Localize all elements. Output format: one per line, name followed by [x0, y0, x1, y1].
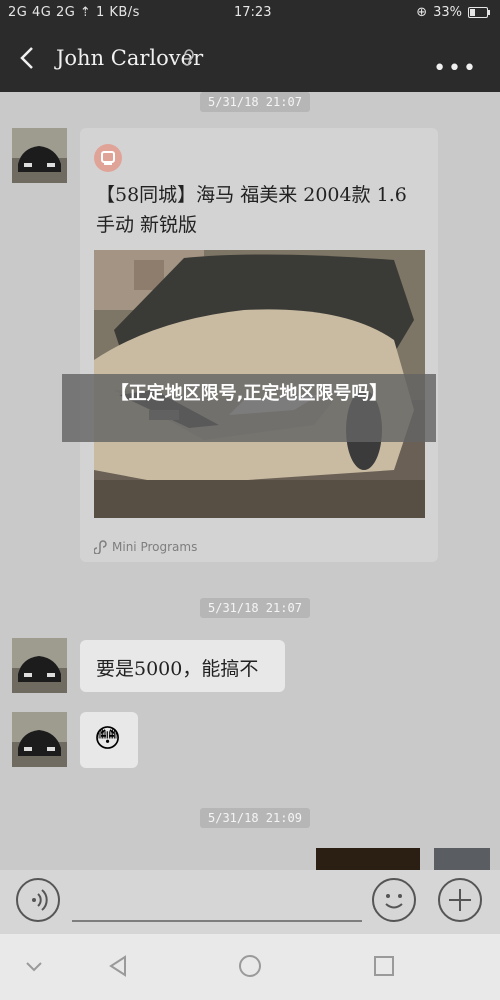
image-thumbnail[interactable]	[316, 848, 420, 870]
card-footer-text: Mini Programs	[112, 540, 198, 554]
status-right: ⊕ 33%	[416, 5, 490, 20]
message-bubble[interactable]: 要是5000，能搞不	[80, 640, 285, 692]
app-logo-icon	[94, 144, 122, 172]
mini-program-icon	[94, 540, 107, 554]
battery-percent: 33%	[433, 5, 462, 20]
voice-icon[interactable]	[16, 878, 60, 922]
timestamp: 5/31/18 21:07	[200, 598, 310, 618]
battery-icon	[468, 7, 490, 18]
emoji-bubble[interactable]: 😳	[80, 712, 138, 768]
back-triangle-icon[interactable]	[106, 954, 130, 978]
collapse-icon[interactable]	[22, 954, 46, 978]
mini-program-card[interactable]: 【58同城】海马 福美来 2004款 1.6 手动 新锐版 Mini Progr…	[80, 128, 438, 562]
avatar[interactable]	[12, 128, 67, 183]
message-text: 要是5000，能搞不	[96, 658, 259, 680]
input-bar	[0, 870, 500, 934]
overlay-caption: 【正定地区限号,正定地区限号吗】	[62, 374, 436, 442]
home-circle-icon[interactable]	[238, 954, 262, 978]
system-nav-bar	[0, 934, 500, 1000]
status-bar: 2G 4G 2G ⇡ 1 KB/s 17:23 ⊕ 33%	[0, 0, 500, 26]
ear-icon	[184, 49, 194, 66]
emoji-message: 😳	[94, 724, 122, 754]
avatar[interactable]	[12, 712, 67, 767]
avatar[interactable]	[434, 848, 490, 870]
card-title: 【58同城】海马 福美来 2004款 1.6 手动 新锐版	[96, 184, 407, 236]
timestamp: 5/31/18 21:09	[200, 808, 310, 828]
timestamp: 5/31/18 21:07	[200, 92, 310, 112]
chat-area[interactable]: 5/31/18 21:07 【58同城】海马 福美来 2004款 1.6 手动 …	[0, 92, 500, 870]
avatar[interactable]	[12, 638, 67, 693]
message-input[interactable]	[72, 920, 362, 922]
clock: 17:23	[234, 5, 272, 20]
emoji-icon[interactable]	[372, 878, 416, 922]
plus-icon[interactable]	[438, 878, 482, 922]
chat-header: John Carlover •••	[0, 26, 500, 92]
more-dots-icon[interactable]: •••	[433, 56, 478, 81]
location-icon: ⊕	[416, 5, 428, 20]
mini-programs-label: Mini Programs	[94, 540, 197, 554]
recents-square-icon[interactable]	[372, 954, 396, 978]
back-arrow-icon[interactable]	[14, 44, 42, 72]
signal-status: 2G 4G 2G ⇡ 1 KB/s	[8, 5, 140, 20]
